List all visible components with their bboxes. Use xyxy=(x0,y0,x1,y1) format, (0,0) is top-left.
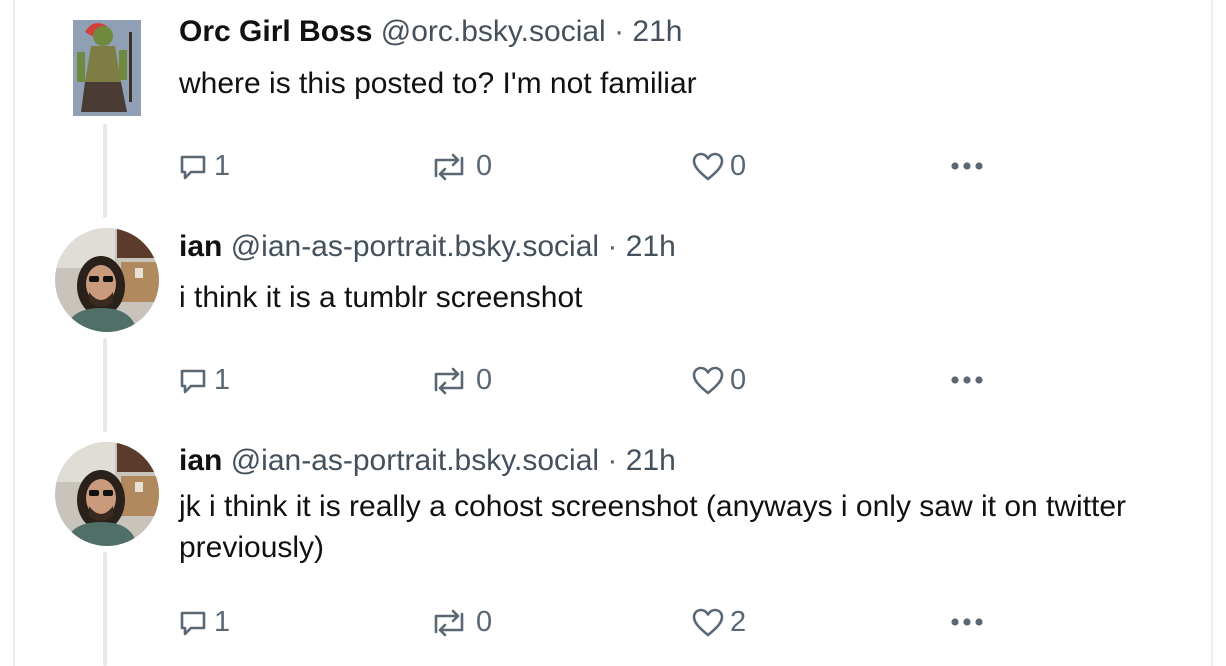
separator: · xyxy=(614,15,625,48)
repost-button[interactable]: 0 xyxy=(428,150,492,183)
post-header: Orc Girl Boss @orc.bsky.social · 21h xyxy=(179,14,682,50)
repost-count: 0 xyxy=(476,150,493,182)
post[interactable]: ian @ian-as-portrait.bsky.social · 21h i… xyxy=(0,214,1226,428)
heart-icon xyxy=(692,608,724,636)
reply-count: 1 xyxy=(214,364,231,396)
reply-button[interactable]: 1 xyxy=(178,150,230,183)
repost-arrows-icon xyxy=(434,367,464,394)
like-count: 0 xyxy=(730,364,747,396)
post-header: ian @ian-as-portrait.bsky.social · 21h xyxy=(179,443,676,479)
post[interactable]: ian @ian-as-portrait.bsky.social · 21h j… xyxy=(0,428,1226,666)
speech-bubble-icon xyxy=(180,155,206,179)
post-time[interactable]: 21h xyxy=(626,230,676,263)
author-handle[interactable]: @ian-as-portrait.bsky.social xyxy=(231,230,599,263)
post-text: i think it is a tumblr screenshot xyxy=(179,281,583,314)
reply-count: 1 xyxy=(214,606,231,638)
post-time[interactable]: 21h xyxy=(626,444,676,477)
like-button[interactable]: 0 xyxy=(692,364,746,397)
post[interactable]: Orc Girl Boss @orc.bsky.social · 21h whe… xyxy=(0,0,1226,214)
author-handle[interactable]: @ian-as-portrait.bsky.social xyxy=(231,444,599,477)
post-text: where is this posted to? I'm not familia… xyxy=(179,67,697,100)
ellipsis-icon xyxy=(951,376,983,384)
speech-bubble-icon xyxy=(180,369,206,393)
like-count: 2 xyxy=(730,606,747,638)
author-name[interactable]: ian xyxy=(179,444,222,477)
repost-arrows-icon xyxy=(434,609,464,636)
avatar[interactable] xyxy=(55,12,159,116)
like-button[interactable]: 2 xyxy=(692,606,746,639)
separator: · xyxy=(607,230,618,263)
author-name[interactable]: ian xyxy=(179,230,222,263)
repost-count: 0 xyxy=(476,606,493,638)
post-time[interactable]: 21h xyxy=(632,15,682,48)
separator: · xyxy=(607,444,618,477)
post-text: jk i think it is really a cohost screens… xyxy=(179,490,1127,564)
repost-count: 0 xyxy=(476,364,493,396)
like-count: 0 xyxy=(730,150,747,182)
speech-bubble-icon xyxy=(180,611,206,635)
more-options-button[interactable] xyxy=(950,160,984,172)
heart-icon xyxy=(692,152,724,180)
portrait-photo-avatar-icon xyxy=(55,442,159,546)
reply-count: 1 xyxy=(214,150,231,182)
like-button[interactable]: 0 xyxy=(692,150,746,183)
heart-icon xyxy=(692,366,724,394)
post-header: ian @ian-as-portrait.bsky.social · 21h xyxy=(179,229,676,265)
repost-arrows-icon xyxy=(434,153,464,180)
avatar[interactable] xyxy=(55,228,159,332)
orc-character-avatar-icon xyxy=(73,20,141,116)
avatar[interactable] xyxy=(55,442,159,546)
portrait-photo-avatar-icon xyxy=(55,228,159,332)
more-options-button[interactable] xyxy=(950,616,984,628)
reply-button[interactable]: 1 xyxy=(178,364,230,397)
author-handle[interactable]: @orc.bsky.social xyxy=(381,15,606,48)
repost-button[interactable]: 0 xyxy=(428,606,492,639)
more-options-button[interactable] xyxy=(950,374,984,386)
reply-button[interactable]: 1 xyxy=(178,606,230,639)
author-name[interactable]: Orc Girl Boss xyxy=(179,15,372,48)
ellipsis-icon xyxy=(951,618,983,626)
repost-button[interactable]: 0 xyxy=(428,364,492,397)
ellipsis-icon xyxy=(951,162,983,170)
